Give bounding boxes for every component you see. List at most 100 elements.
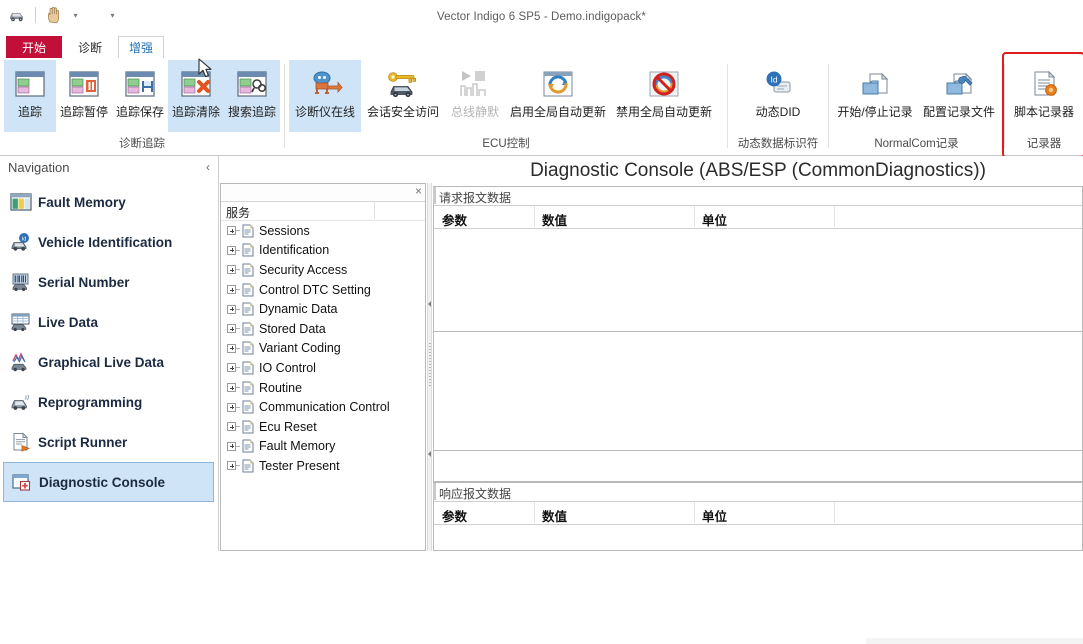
column-header-value[interactable]: 数值 bbox=[542, 210, 567, 229]
request-grid-header: 参数 数值 单位 bbox=[434, 206, 1082, 229]
enable-autoupdate-icon bbox=[538, 64, 578, 104]
ribbon-button-security-access[interactable]: 会话安全访问 bbox=[361, 60, 445, 132]
sidebar-item-serial-number-label: Serial Number bbox=[38, 274, 130, 290]
sidebar-item-diagnostic-console[interactable]: Diagnostic Console bbox=[3, 462, 214, 502]
column-divider[interactable] bbox=[834, 502, 835, 523]
panel-splitter[interactable] bbox=[427, 183, 432, 551]
ribbon-button-script-recorder[interactable]: 脚本记录器 bbox=[1007, 60, 1081, 132]
expand-icon[interactable] bbox=[227, 441, 236, 451]
reprogramming-icon bbox=[8, 390, 34, 414]
sidebar-item-script-runner[interactable]: Script Runner bbox=[0, 422, 218, 462]
sidebar-item-serial-number[interactable]: Serial Number bbox=[0, 262, 218, 302]
request-grid-title-bar: 请求报文数据 bbox=[433, 187, 1082, 206]
tree-node[interactable]: Dynamic Data bbox=[221, 299, 425, 319]
tab-enhanced[interactable]: 增强 bbox=[118, 36, 164, 59]
ribbon-button-trace-label: 追踪 bbox=[17, 105, 42, 119]
ribbon-group-recorder-label: 记录器 bbox=[1026, 138, 1062, 150]
ribbon-button-disable-autoupdate[interactable]: 禁用全局自动更新 bbox=[611, 60, 717, 132]
expand-icon[interactable] bbox=[227, 383, 236, 393]
column-divider[interactable] bbox=[834, 206, 835, 227]
ribbon-button-enable-autoupdate[interactable]: 启用全局自动更新 bbox=[505, 60, 611, 132]
sidebar-item-reprogramming-label: Reprogramming bbox=[38, 394, 143, 410]
grid-splitter[interactable] bbox=[866, 638, 1083, 644]
tree-node[interactable]: Control DTC Setting bbox=[221, 280, 425, 300]
grid-title-marker bbox=[433, 187, 436, 204]
column-divider[interactable] bbox=[534, 502, 535, 523]
tree-node[interactable]: Identification bbox=[221, 241, 425, 261]
tree-node[interactable]: Sessions bbox=[221, 221, 425, 241]
tree-node[interactable]: Variant Coding bbox=[221, 339, 425, 359]
expand-icon[interactable] bbox=[227, 324, 236, 334]
sidebar-item-live-data[interactable]: Live Data bbox=[0, 302, 218, 342]
ribbon-group-diag-trace: 追踪 追踪暂停 追踪保存 追踪清除 搜索追踪 诊断追踪 bbox=[0, 58, 284, 154]
ribbon-button-trace-pause[interactable]: 追踪暂停 bbox=[56, 60, 112, 132]
ribbon-tabstrip: 开始 诊断 增强 bbox=[0, 36, 1083, 59]
tree-node[interactable]: Routine bbox=[221, 378, 425, 398]
response-grid-title-bar: 响应报文数据 bbox=[433, 483, 1082, 502]
ribbon-button-trace[interactable]: 追踪 bbox=[4, 60, 56, 132]
column-divider[interactable] bbox=[694, 206, 695, 227]
tree-node[interactable]: Communication Control bbox=[221, 397, 425, 417]
column-header-parameter[interactable]: 参数 bbox=[442, 210, 467, 229]
ribbon-button-tester-online[interactable]: 诊断仪在线 bbox=[289, 60, 361, 132]
sidebar-item-vehicle-identification[interactable]: Id Vehicle Identification bbox=[0, 222, 218, 262]
service-node-icon bbox=[240, 262, 256, 277]
tree-node-label: Security Access bbox=[259, 262, 348, 277]
splitter-arrow-icon[interactable] bbox=[428, 301, 431, 307]
expand-icon[interactable] bbox=[227, 226, 236, 236]
expand-icon[interactable] bbox=[227, 285, 236, 295]
expand-icon[interactable] bbox=[227, 402, 236, 412]
trace-pause-icon bbox=[64, 64, 104, 104]
expand-icon[interactable] bbox=[227, 363, 236, 373]
tab-start[interactable]: 开始 bbox=[6, 36, 62, 58]
splitter-grip bbox=[429, 343, 431, 387]
column-divider[interactable] bbox=[694, 502, 695, 523]
ribbon-button-start-stop-log[interactable]: 开始/停止记录 bbox=[833, 60, 917, 132]
ribbon-group-dynamic-did: Id 动态DID 动态数据标识符 bbox=[728, 58, 828, 154]
column-header-unit[interactable]: 单位 bbox=[702, 506, 727, 525]
service-node-icon bbox=[240, 400, 256, 415]
column-header-unit[interactable]: 单位 bbox=[702, 210, 727, 229]
ribbon-button-bus-silence[interactable]: 总线静默 bbox=[445, 60, 505, 132]
expand-icon[interactable] bbox=[227, 461, 236, 471]
expand-icon[interactable] bbox=[227, 245, 236, 255]
tree-node[interactable]: Fault Memory bbox=[221, 437, 425, 457]
service-tree-column-header: 服务 bbox=[221, 202, 425, 221]
close-icon[interactable]: × bbox=[415, 184, 422, 199]
service-node-icon bbox=[240, 282, 256, 297]
tree-node-label: Identification bbox=[259, 243, 330, 258]
sidebar-item-reprogramming[interactable]: Reprogramming bbox=[0, 382, 218, 422]
expand-icon[interactable] bbox=[227, 304, 236, 314]
ribbon-button-config-log-file[interactable]: 配置记录文件 bbox=[917, 60, 1001, 132]
page-title: Diagnostic Console (ABS/ESP (CommonDiagn… bbox=[530, 160, 986, 181]
tree-node-label: Dynamic Data bbox=[259, 302, 338, 317]
tab-diagnosis[interactable]: 诊断 bbox=[66, 36, 114, 58]
tree-node[interactable]: Tester Present bbox=[221, 456, 425, 476]
expand-icon[interactable] bbox=[227, 343, 236, 353]
ribbon-button-trace-clear[interactable]: 追踪清除 bbox=[168, 60, 224, 132]
tree-node[interactable]: IO Control bbox=[221, 358, 425, 378]
splitter-arrow-icon[interactable] bbox=[428, 451, 431, 457]
service-node-icon bbox=[240, 321, 256, 336]
tree-node-label: Stored Data bbox=[259, 321, 326, 336]
sidebar-item-graphical-live-data[interactable]: Graphical Live Data bbox=[0, 342, 218, 382]
ribbon-button-dynamic-did[interactable]: Id 动态DID bbox=[747, 60, 809, 132]
tree-node[interactable]: Ecu Reset bbox=[221, 417, 425, 437]
expand-icon[interactable] bbox=[227, 422, 236, 432]
column-divider bbox=[374, 202, 375, 219]
column-header-value[interactable]: 数值 bbox=[542, 506, 567, 525]
sidebar-item-fault-memory[interactable]: Fault Memory bbox=[0, 182, 218, 222]
navigation-panel: Navigation ‹ Fault Memory Id Vehicle Ide… bbox=[0, 156, 219, 551]
ribbon-button-trace-search[interactable]: 搜索追踪 bbox=[224, 60, 280, 132]
response-grid-body[interactable] bbox=[434, 525, 1082, 550]
ribbon-button-trace-save[interactable]: 追踪保存 bbox=[112, 60, 168, 132]
tree-node[interactable]: Stored Data bbox=[221, 319, 425, 339]
expand-icon[interactable] bbox=[227, 265, 236, 275]
ribbon-button-tester-online-label: 诊断仪在线 bbox=[294, 105, 355, 119]
ribbon-button-security-access-label: 会话安全访问 bbox=[366, 105, 439, 119]
column-divider[interactable] bbox=[534, 206, 535, 227]
column-header-parameter[interactable]: 参数 bbox=[442, 506, 467, 525]
collapse-panel-icon[interactable]: ‹ bbox=[206, 160, 210, 174]
trace-icon bbox=[10, 64, 50, 104]
tree-node[interactable]: Security Access bbox=[221, 260, 425, 280]
